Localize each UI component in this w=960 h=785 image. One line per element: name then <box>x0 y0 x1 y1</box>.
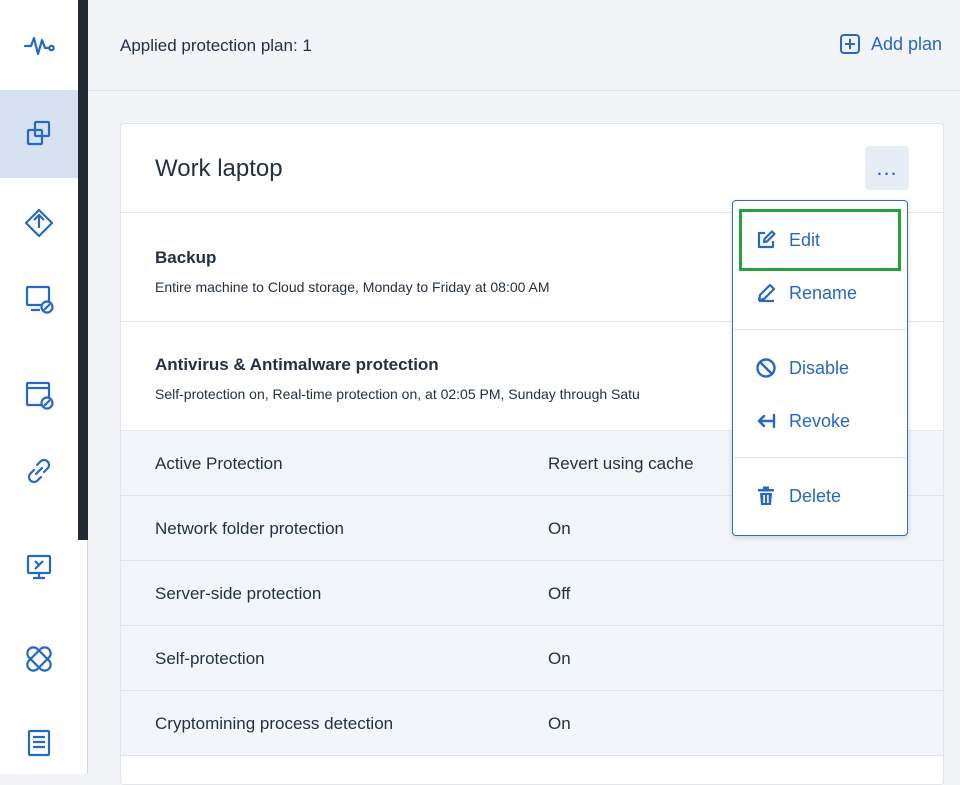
more-actions-button[interactable]: ... <box>865 146 909 190</box>
settings-row: Cryptomining process detection On <box>121 691 943 756</box>
settings-row: Server-side protection Off <box>121 561 943 626</box>
menu-item-revoke[interactable]: Revoke <box>733 396 907 446</box>
block-icon <box>756 358 776 378</box>
antivirus-title: Antivirus & Antimalware protection <box>155 355 439 374</box>
plans-header: Applied protection plan: 1 Add plan <box>88 0 960 91</box>
activity-icon[interactable] <box>0 8 78 82</box>
edit-icon <box>757 230 776 249</box>
trash-icon <box>758 486 774 505</box>
setting-value: Revert using cache <box>548 454 694 473</box>
plan-title: Work laptop <box>155 155 283 182</box>
add-plan-label: Add plan <box>870 33 942 54</box>
setting-value: On <box>548 714 571 733</box>
setting-name: Self-protection <box>155 649 265 668</box>
reports-icon[interactable] <box>0 706 78 780</box>
setting-name: Active Protection <box>155 454 283 473</box>
left-navigation-rail <box>0 0 78 774</box>
backup-title: Backup <box>155 248 217 267</box>
rail-scrollbar[interactable] <box>78 0 88 540</box>
remote-desktop-icon[interactable] <box>0 530 78 604</box>
menu-item-label: Delete <box>789 485 842 506</box>
setting-name: Network folder protection <box>155 519 344 538</box>
protection-plans-icon[interactable] <box>0 90 78 178</box>
menu-item-edit[interactable]: Edit <box>733 215 907 265</box>
menu-divider <box>733 457 907 458</box>
menu-divider <box>733 329 907 330</box>
antivirus-description: Self-protection on, Real-time protection… <box>155 386 640 402</box>
pencil-icon <box>757 283 776 303</box>
setting-value: Off <box>548 584 571 603</box>
menu-item-label: Rename <box>789 282 858 303</box>
plan-actions-menu: Edit Rename Disable Revoke Delete <box>732 200 908 536</box>
menu-item-label: Revoke <box>789 410 851 431</box>
devices-disconnect-icon[interactable] <box>0 262 78 336</box>
backup-description: Entire machine to Cloud storage, Monday … <box>155 279 550 295</box>
menu-item-rename[interactable]: Rename <box>733 268 907 318</box>
browser-disconnect-icon[interactable] <box>0 358 78 432</box>
rail-border <box>87 540 88 774</box>
setting-value: On <box>548 649 571 668</box>
menu-item-label: Disable <box>789 357 850 378</box>
setting-name: Cryptomining process detection <box>155 714 394 733</box>
revoke-arrow-icon <box>757 413 776 429</box>
setting-name: Server-side protection <box>155 584 322 603</box>
patch-icon[interactable] <box>0 622 78 696</box>
menu-item-disable[interactable]: Disable <box>733 343 907 393</box>
settings-row: Self-protection On <box>121 626 943 691</box>
menu-item-delete[interactable]: Delete <box>733 471 907 521</box>
setting-value: On <box>548 519 571 538</box>
backup-upload-icon[interactable] <box>0 186 78 260</box>
link-icon[interactable] <box>0 434 78 508</box>
add-plan-button[interactable]: Add plan <box>839 33 942 55</box>
plus-square-icon <box>839 34 860 54</box>
applied-plan-count: Applied protection plan: 1 <box>120 36 312 55</box>
menu-item-label: Edit <box>789 229 821 250</box>
